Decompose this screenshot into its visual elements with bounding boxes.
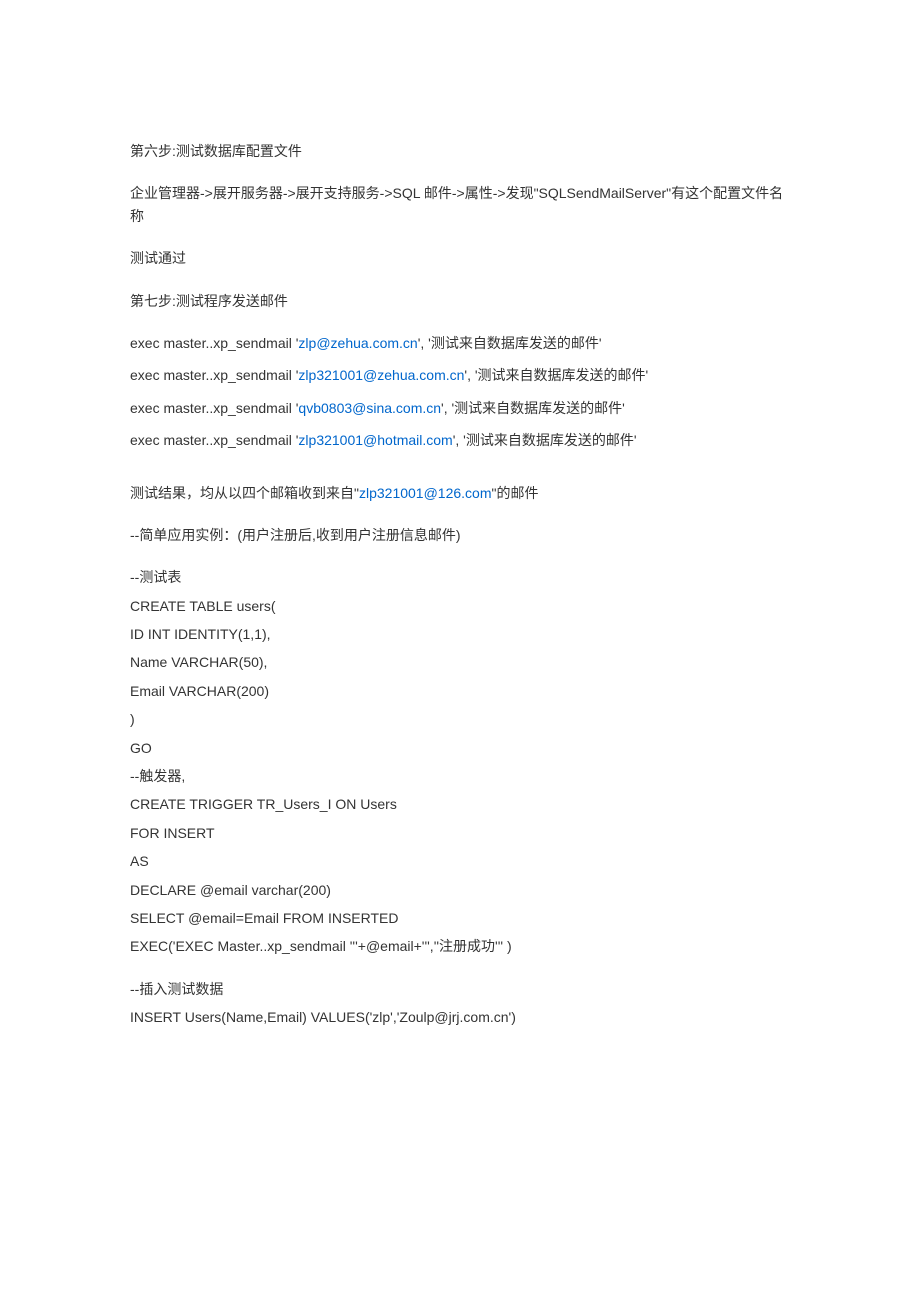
exec-prefix: exec master..xp_sendmail ' <box>130 432 298 448</box>
sql-block: --测试表 CREATE TABLE users( ID INT IDENTIT… <box>130 566 790 957</box>
exec-line-2: exec master..xp_sendmail 'qvb0803@sina.c… <box>130 397 790 419</box>
exec-suffix: ', '测试来自数据库发送的邮件' <box>453 432 637 448</box>
sql-create-trigger-line: EXEC('EXEC Master..xp_sendmail '''+@emai… <box>130 935 790 957</box>
exec-line-3: exec master..xp_sendmail 'zlp321001@hotm… <box>130 429 790 451</box>
exec-line-1: exec master..xp_sendmail 'zlp321001@zehu… <box>130 364 790 386</box>
sql-create-table-line: ID INT IDENTITY(1,1), <box>130 623 790 645</box>
sql-comment-trigger: --触发器, <box>130 765 790 787</box>
email-link[interactable]: zlp321001@zehua.com.cn <box>298 367 464 383</box>
exec-suffix: ', '测试来自数据库发送的邮件' <box>441 400 625 416</box>
test-result-line: 测试结果，均从以四个邮箱收到来自"zlp321001@126.com"的邮件 <box>130 482 790 504</box>
sql-create-table-line: GO <box>130 737 790 759</box>
sql-create-table-line: CREATE TABLE users( <box>130 595 790 617</box>
exec-prefix: exec master..xp_sendmail ' <box>130 335 298 351</box>
email-link[interactable]: zlp321001@hotmail.com <box>298 432 452 448</box>
sql-create-trigger-line: AS <box>130 850 790 872</box>
exec-line-0: exec master..xp_sendmail 'zlp@zehua.com.… <box>130 332 790 354</box>
sql-comment-test-table: --测试表 <box>130 566 790 588</box>
step6-heading: 第六步:测试数据库配置文件 <box>130 140 790 162</box>
email-link[interactable]: zlp321001@126.com <box>359 485 492 501</box>
email-link[interactable]: qvb0803@sina.com.cn <box>298 400 441 416</box>
usage-example: --简单应用实例：(用户注册后,收到用户注册信息邮件) <box>130 524 790 546</box>
sql-create-trigger-line: FOR INSERT <box>130 822 790 844</box>
sql-comment-insert: --插入测试数据 <box>130 978 790 1000</box>
sql-create-trigger-line: DECLARE @email varchar(200) <box>130 879 790 901</box>
sql-create-table-line: Name VARCHAR(50), <box>130 651 790 673</box>
email-link[interactable]: zlp@zehua.com.cn <box>298 335 417 351</box>
sql-create-table-line: Email VARCHAR(200) <box>130 680 790 702</box>
test-result-suffix: "的邮件 <box>492 485 539 501</box>
exec-suffix: ', '测试来自数据库发送的邮件' <box>464 367 648 383</box>
sql-create-trigger-line: SELECT @email=Email FROM INSERTED <box>130 907 790 929</box>
exec-block: exec master..xp_sendmail 'zlp@zehua.com.… <box>130 332 790 452</box>
step6-path: 企业管理器->展开服务器->展开支持服务->SQL 邮件->属性->发现"SQL… <box>130 182 790 227</box>
exec-prefix: exec master..xp_sendmail ' <box>130 367 298 383</box>
sql-create-trigger-line: CREATE TRIGGER TR_Users_I ON Users <box>130 793 790 815</box>
step6-result: 测试通过 <box>130 247 790 269</box>
exec-suffix: ', '测试来自数据库发送的邮件' <box>418 335 602 351</box>
step7-heading: 第七步:测试程序发送邮件 <box>130 290 790 312</box>
exec-prefix: exec master..xp_sendmail ' <box>130 400 298 416</box>
sql-insert-block: --插入测试数据 INSERT Users(Name,Email) VALUES… <box>130 978 790 1029</box>
document-page: 第六步:测试数据库配置文件 企业管理器->展开服务器->展开支持服务->SQL … <box>0 0 920 1135</box>
test-result-prefix: 测试结果，均从以四个邮箱收到来自" <box>130 485 359 501</box>
sql-insert-line: INSERT Users(Name,Email) VALUES('zlp','Z… <box>130 1006 790 1028</box>
sql-create-table-line: ) <box>130 708 790 730</box>
